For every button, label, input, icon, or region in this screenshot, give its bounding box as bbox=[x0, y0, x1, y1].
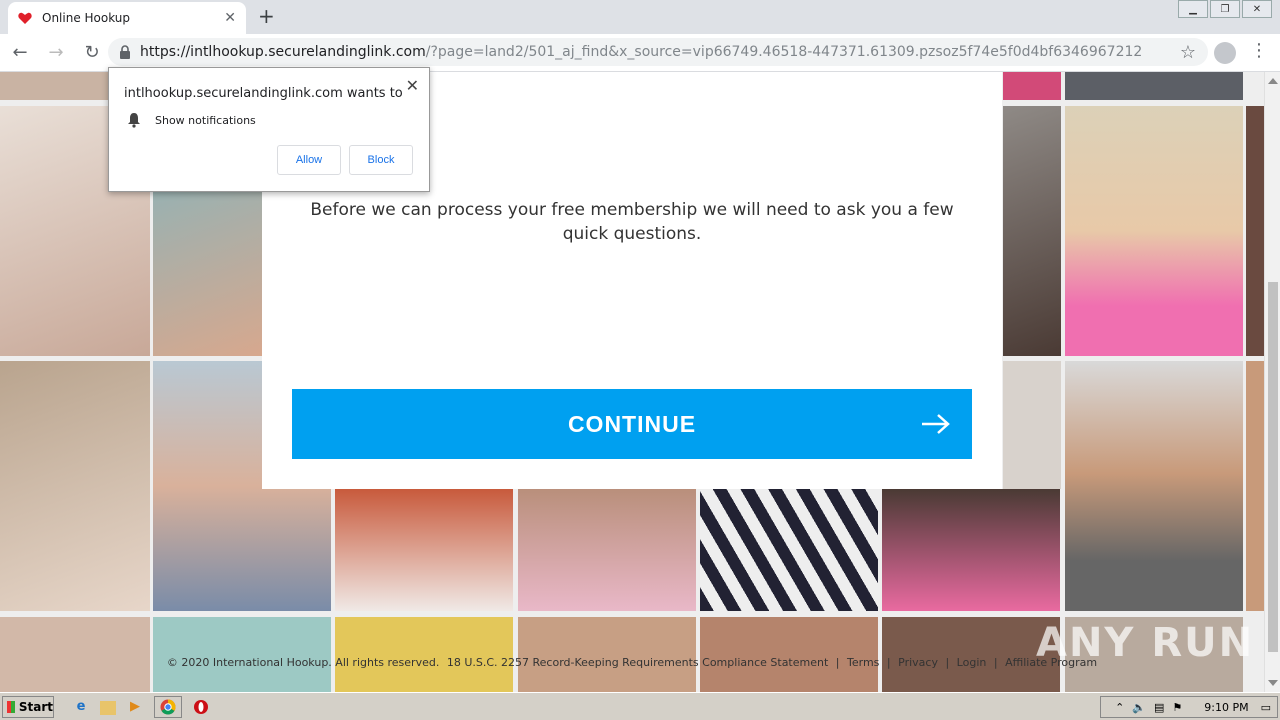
network-icon[interactable]: ▤ bbox=[1154, 701, 1164, 714]
internet-explorer-icon[interactable]: e bbox=[70, 696, 92, 718]
photo-tile bbox=[882, 617, 1060, 692]
windows-logo-icon bbox=[7, 700, 15, 713]
arrow-right-icon bbox=[922, 414, 950, 434]
back-icon[interactable]: ← bbox=[4, 37, 36, 69]
photo-tile bbox=[518, 617, 696, 692]
allow-button[interactable]: Allow bbox=[277, 145, 341, 175]
photo-tile bbox=[0, 617, 150, 692]
window-controls: ▁ ❐ ✕ bbox=[1176, 0, 1272, 18]
photo-tile bbox=[518, 489, 696, 611]
opera-icon[interactable] bbox=[190, 696, 212, 718]
show-desktop-icon[interactable]: ▭ bbox=[1261, 701, 1271, 714]
url-path: /?page=land2/501_aj_find&x_source=vip667… bbox=[425, 44, 1143, 60]
photo-tile bbox=[153, 617, 331, 692]
lock-icon bbox=[120, 45, 130, 59]
start-button[interactable]: Start bbox=[2, 695, 54, 718]
photo-tile bbox=[882, 489, 1060, 611]
photo-tile bbox=[1065, 106, 1243, 356]
minimize-icon[interactable]: ▁ bbox=[1178, 0, 1208, 18]
windows-taskbar: Start e ▶ ⌃ 🔈 ▤ ⚑ 9:10 PM ▭ bbox=[0, 692, 1280, 720]
tab-online-hookup[interactable]: Online Hookup ✕ bbox=[8, 2, 246, 34]
forward-icon[interactable]: → bbox=[40, 37, 72, 69]
close-window-icon[interactable]: ✕ bbox=[1242, 0, 1272, 18]
photo-tile bbox=[335, 617, 513, 692]
footer-copyright: © 2020 International Hookup. All rights … bbox=[166, 656, 440, 669]
photo-tile bbox=[1003, 106, 1061, 356]
photo-tile bbox=[700, 617, 878, 692]
modal-message: Before we can process your free membersh… bbox=[310, 200, 954, 244]
permission-label: Show notifications bbox=[155, 113, 256, 127]
footer-separator: | bbox=[993, 656, 998, 669]
footer-separator: | bbox=[886, 656, 891, 669]
footer-privacy-link[interactable]: Privacy bbox=[898, 656, 938, 669]
tab-close-icon[interactable]: ✕ bbox=[224, 10, 236, 26]
profile-avatar-icon[interactable] bbox=[1214, 42, 1236, 64]
restore-icon[interactable]: ❐ bbox=[1210, 0, 1240, 18]
tab-strip: Online Hookup ✕ + ▁ ❐ ✕ bbox=[0, 0, 1280, 34]
clock: 9:10 PM bbox=[1204, 700, 1249, 714]
photo-tile bbox=[700, 489, 878, 611]
system-tray: ⌃ 🔈 ▤ ⚑ 9:10 PM ▭ bbox=[1100, 696, 1278, 718]
photo-tile bbox=[0, 361, 150, 611]
photo-tile bbox=[1246, 361, 1264, 611]
tray-expand-icon[interactable]: ⌃ bbox=[1115, 701, 1124, 714]
anyrun-watermark: ANY RUN bbox=[1036, 620, 1255, 666]
chrome-icon[interactable] bbox=[154, 695, 182, 718]
footer-terms-link[interactable]: Terms bbox=[847, 656, 879, 669]
url-text: https://intlhookup.securelandinglink.com… bbox=[140, 44, 1142, 60]
block-button[interactable]: Block bbox=[349, 145, 413, 175]
photo-tile bbox=[1246, 106, 1264, 356]
folder-icon[interactable] bbox=[100, 700, 116, 715]
footer-separator: | bbox=[945, 656, 950, 669]
notification-permission-prompt: intlhookup.securelandinglink.com wants t… bbox=[108, 67, 430, 192]
prompt-title: intlhookup.securelandinglink.com wants t… bbox=[124, 86, 403, 101]
scrollbar-thumb[interactable] bbox=[1268, 282, 1278, 652]
footer-separator: | bbox=[835, 656, 840, 669]
scroll-down-icon[interactable] bbox=[1268, 680, 1278, 686]
photo-tile bbox=[1003, 72, 1061, 100]
bell-icon bbox=[128, 113, 140, 128]
footer-login-link[interactable]: Login bbox=[957, 656, 987, 669]
photo-tile bbox=[1065, 361, 1243, 611]
vertical-scrollbar[interactable] bbox=[1264, 72, 1280, 692]
reload-icon[interactable]: ↻ bbox=[76, 37, 108, 69]
prompt-close-icon[interactable]: ✕ bbox=[406, 76, 419, 95]
photo-tile bbox=[1065, 72, 1243, 100]
continue-label: CONTINUE bbox=[567, 410, 697, 437]
start-label: Start bbox=[18, 699, 53, 714]
tab-title: Online Hookup bbox=[42, 11, 131, 25]
scroll-up-icon[interactable] bbox=[1268, 78, 1278, 84]
kebab-menu-icon[interactable]: ⋮ bbox=[1250, 40, 1268, 61]
flag-icon[interactable]: ⚑ bbox=[1172, 701, 1182, 714]
url-host: https://intlhookup.securelandinglink.com bbox=[140, 44, 426, 60]
continue-button[interactable]: CONTINUE bbox=[292, 389, 972, 459]
address-bar[interactable]: https://intlhookup.securelandinglink.com… bbox=[108, 38, 1208, 66]
photo-tile bbox=[335, 489, 513, 611]
footer-2257-link[interactable]: 18 U.S.C. 2257 Record-Keeping Requiremen… bbox=[447, 656, 828, 669]
media-player-icon[interactable]: ▶ bbox=[124, 696, 146, 718]
permission-row: Show notifications bbox=[127, 112, 256, 128]
heart-icon bbox=[18, 12, 32, 24]
photo-tile bbox=[1003, 361, 1061, 489]
bookmark-star-icon[interactable]: ☆ bbox=[1180, 42, 1196, 63]
new-tab-icon[interactable]: + bbox=[258, 6, 275, 26]
volume-icon[interactable]: 🔈 bbox=[1132, 701, 1146, 714]
